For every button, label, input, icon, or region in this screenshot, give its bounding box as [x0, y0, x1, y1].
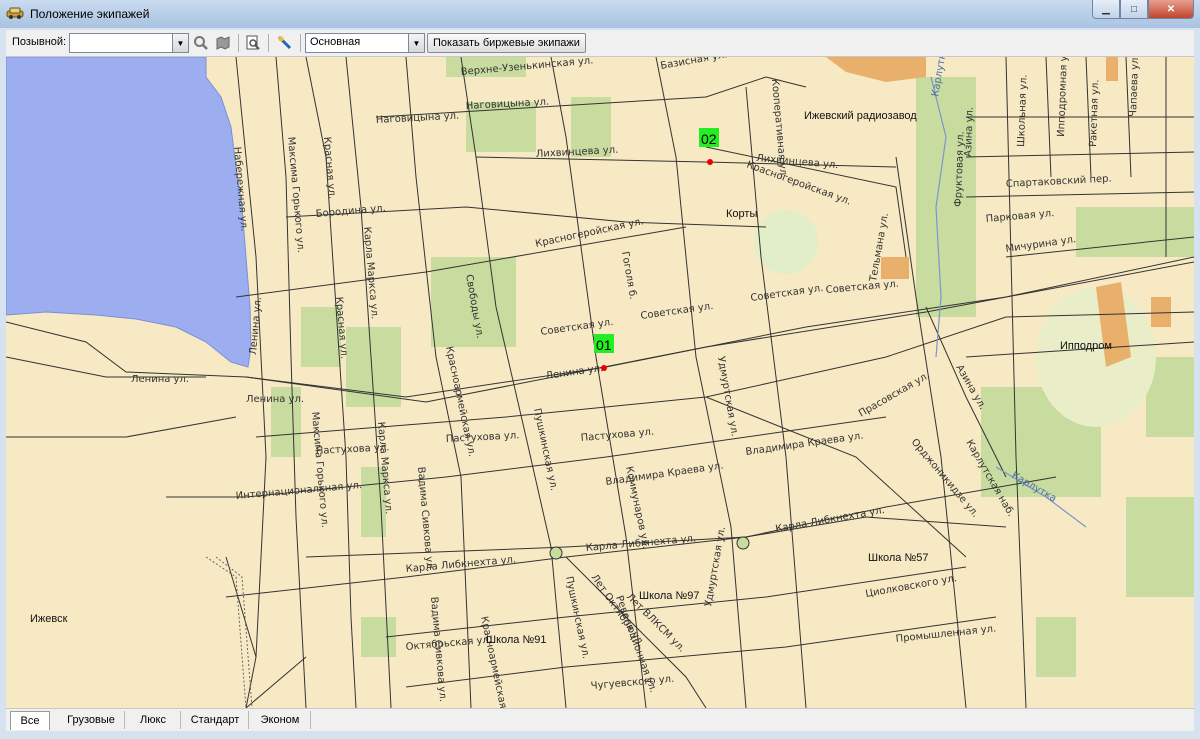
tab-cargo[interactable]: Грузовые — [58, 711, 125, 729]
place-label-izhevsk: Ижевск — [30, 613, 68, 625]
ruler-tool-icon[interactable] — [276, 34, 294, 52]
place-label-school-57: Школа №57 — [868, 552, 929, 564]
tab-bar: Все Грузовые Люкс Стандарт Эконом — [6, 708, 1194, 731]
minimize-button[interactable]: ▁ — [1092, 0, 1120, 19]
maximize-button[interactable]: □ — [1120, 0, 1148, 19]
car-icon — [6, 7, 24, 19]
window-title: Положение экипажей — [30, 7, 150, 21]
place-label-ippodrom: Ипподром — [1060, 340, 1112, 352]
callsign-combobox[interactable]: ▼ — [69, 33, 189, 53]
roundabout — [736, 536, 750, 550]
main-window: Положение экипажей ▁ □ ✕ Позывной: ▼ Осн… — [0, 0, 1200, 739]
stadium-area — [754, 210, 818, 274]
map-area-icon[interactable] — [214, 34, 232, 52]
street-label: Ленина ул. — [246, 394, 304, 405]
layer-select[interactable]: Основная ▼ — [305, 33, 425, 53]
tab-lux[interactable]: Люкс — [126, 711, 181, 729]
tab-standard[interactable]: Стандарт — [182, 711, 249, 729]
map-canvas[interactable]: Базисная ул. Верхне-Узенькинская ул. Наг… — [6, 57, 1194, 708]
cab-id: 02 — [701, 131, 717, 147]
place-label-radiozavod: Ижевский радиозавод — [804, 110, 917, 122]
roundabout — [549, 546, 563, 560]
show-exchange-cabs-button[interactable]: Показать биржевые экипажи — [427, 33, 586, 53]
cab-position-dot[interactable] — [707, 159, 713, 165]
toolbar: Позывной: ▼ Основная ▼ Показать биржевые… — [6, 30, 1194, 57]
tab-all[interactable]: Все — [10, 711, 50, 730]
cab-id: 01 — [596, 337, 612, 353]
minimize-icon: ▁ — [1102, 3, 1110, 15]
place-label-school-91: Школа №91 — [486, 634, 547, 646]
chevron-down-icon[interactable]: ▼ — [172, 34, 188, 52]
street-label: Ленина ул. — [131, 374, 189, 385]
street-label: Чапаева ул. — [1128, 57, 1141, 117]
callsign-label: Позывной: — [12, 36, 67, 48]
street-label: Азина ул. — [963, 107, 976, 157]
place-label-korty: Корты — [726, 208, 757, 220]
tab-economy[interactable]: Эконом — [250, 711, 311, 729]
title-bar[interactable]: Положение экипажей ▁ □ ✕ — [0, 0, 1200, 28]
layer-value: Основная — [310, 36, 361, 48]
zoom-search-icon[interactable] — [192, 34, 210, 52]
close-icon: ✕ — [1166, 3, 1176, 15]
maximize-icon: □ — [1130, 3, 1138, 15]
print-preview-icon[interactable] — [244, 34, 262, 52]
cab-position-dot[interactable] — [601, 365, 607, 371]
close-button[interactable]: ✕ — [1148, 0, 1194, 19]
place-label-school-97: Школа №97 — [639, 590, 700, 602]
hippodrome-area — [1036, 287, 1156, 427]
map-view[interactable]: Базисная ул. Верхне-Узенькинская ул. Наг… — [6, 57, 1194, 708]
street-label: Ракетная ул. — [1088, 79, 1101, 147]
chevron-down-icon[interactable]: ▼ — [408, 34, 424, 52]
